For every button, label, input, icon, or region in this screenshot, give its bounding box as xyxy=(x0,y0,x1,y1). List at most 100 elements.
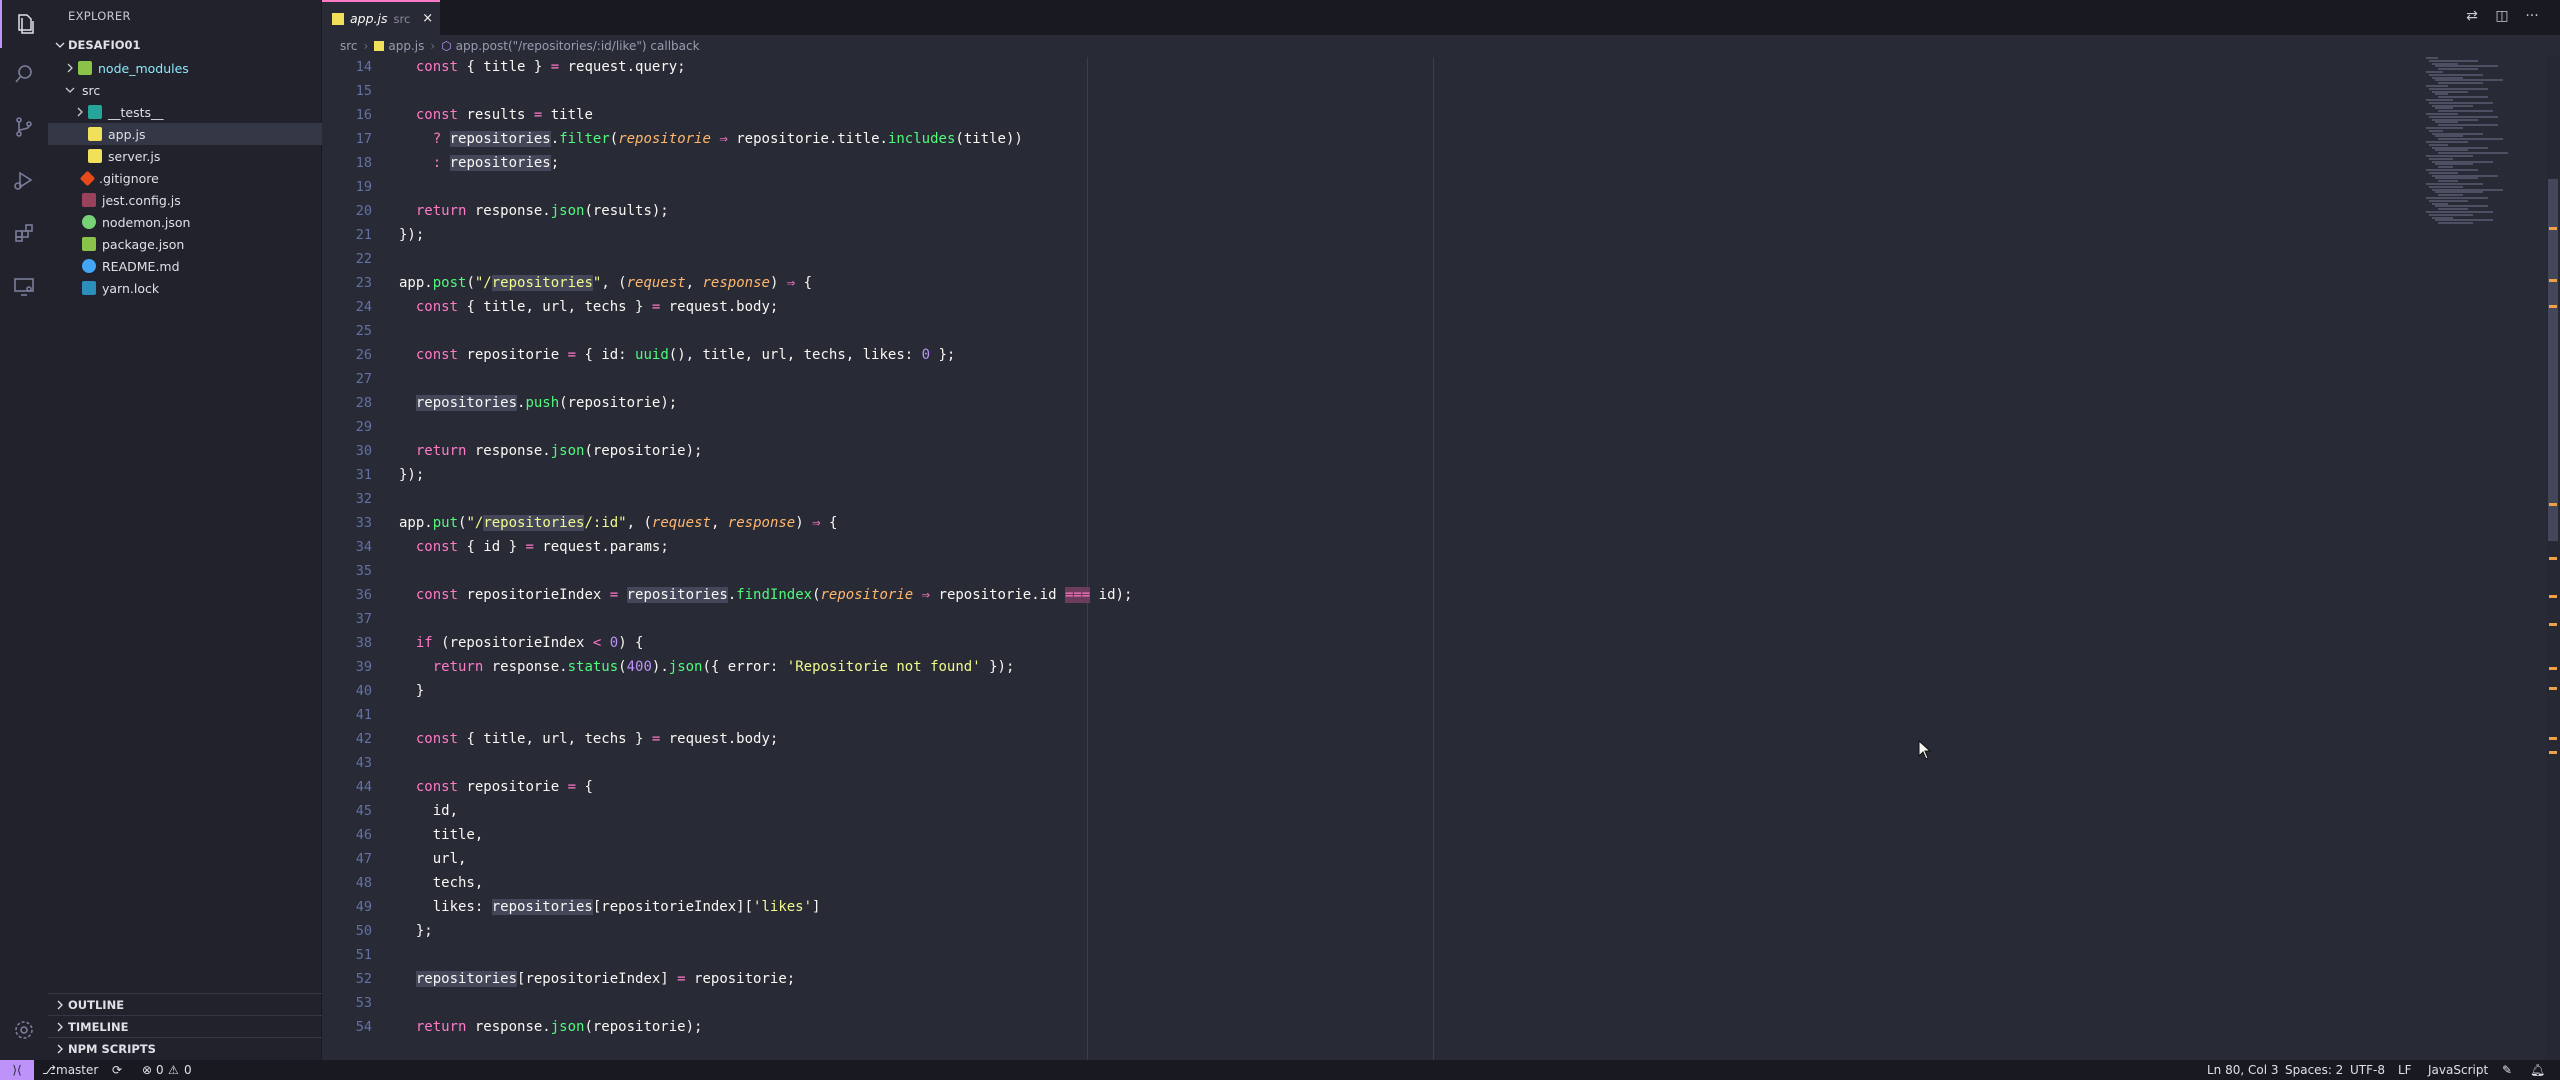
line-number: 52 xyxy=(355,971,372,987)
end-of-line[interactable]: LF xyxy=(2398,1063,2412,1077)
tree-item-gitignore[interactable]: .gitignore xyxy=(48,167,322,189)
code-line[interactable]: const repositorie = { id: uuid(), title,… xyxy=(399,347,956,363)
tree-item-yarn-lock[interactable]: yarn.lock xyxy=(48,277,322,299)
workspace-folder[interactable]: DESAFIO01 xyxy=(48,34,322,56)
code-line[interactable]: const repositorie = { xyxy=(399,779,593,795)
outline-section[interactable]: OUTLINE xyxy=(48,993,322,1015)
tree-item-app-js[interactable]: app.js xyxy=(48,123,322,145)
open-changes-icon[interactable]: ⇄ xyxy=(2462,8,2482,28)
split-editor-icon[interactable]: ◫ xyxy=(2492,8,2512,28)
code-line[interactable]: ? repositories.filter(repositorie ⇒ repo… xyxy=(399,131,1023,147)
tree-item-nodemon[interactable]: nodemon.json xyxy=(48,211,322,233)
minimap-line xyxy=(2426,141,2468,143)
tree-item-jest-config[interactable]: jest.config.js xyxy=(48,189,322,211)
minimap-line xyxy=(2435,149,2468,152)
jest-file-icon xyxy=(82,193,96,207)
feedback-icon[interactable]: ✎ xyxy=(2502,1063,2512,1077)
error-count[interactable]: 0 xyxy=(156,1063,164,1077)
minimap-line xyxy=(2426,127,2463,129)
sync-icon[interactable]: ⟳ xyxy=(112,1063,122,1077)
code-line[interactable]: repositories[repositorieIndex] = reposit… xyxy=(399,971,795,987)
code-line[interactable]: app.post("/repositories", (request, resp… xyxy=(399,275,812,291)
code-line[interactable]: title, xyxy=(399,827,484,843)
encoding[interactable]: UTF-8 xyxy=(2350,1063,2385,1077)
tree-item-src[interactable]: src xyxy=(48,79,322,101)
indentation[interactable]: Spaces: 2 xyxy=(2285,1063,2343,1077)
breadcrumb-src[interactable]: src xyxy=(340,39,358,53)
line-number: 20 xyxy=(355,203,372,219)
code-line[interactable]: }; xyxy=(399,923,433,939)
minimap-line xyxy=(2435,79,2503,82)
code-line[interactable]: repositories.push(repositorie); xyxy=(399,395,677,411)
branch-name[interactable]: master xyxy=(56,1063,98,1077)
language-mode[interactable]: JavaScript xyxy=(2428,1063,2488,1077)
sidebar-title: EXPLORER xyxy=(68,9,131,23)
minimap-line xyxy=(2435,65,2498,68)
line-number: 53 xyxy=(355,995,372,1011)
source-control-icon[interactable] xyxy=(0,103,48,151)
tests-folder-icon xyxy=(88,105,102,119)
breadcrumb-symbol[interactable]: app.post("/repositories/:id/like") callb… xyxy=(456,39,700,53)
tree-item-package-json[interactable]: package.json xyxy=(48,233,322,255)
activity-bar xyxy=(0,0,48,1060)
code-line[interactable]: }); xyxy=(399,227,424,243)
code-line[interactable]: if (repositorieIndex < 0) { xyxy=(399,635,644,651)
code-line[interactable]: return response.json(repositorie); xyxy=(399,1019,703,1035)
notifications-bell-icon[interactable]: 🔔︎ xyxy=(2530,1063,2545,1077)
code-line[interactable]: }); xyxy=(399,467,424,483)
scrollbar-thumb[interactable] xyxy=(2548,179,2558,541)
code-line[interactable]: return response.json(repositorie); xyxy=(399,443,703,459)
code-line[interactable]: const repositorieIndex = repositories.fi… xyxy=(399,587,1132,603)
minimap-line xyxy=(2438,110,2493,113)
line-number: 16 xyxy=(355,107,372,123)
vertical-scrollbar[interactable] xyxy=(2546,57,2560,1060)
npm-scripts-section[interactable]: NPM SCRIPTS xyxy=(48,1037,322,1059)
code-line[interactable]: const { title } = request.query; xyxy=(399,59,686,75)
close-icon[interactable]: × xyxy=(422,11,433,26)
more-actions-icon[interactable]: ··· xyxy=(2522,8,2542,28)
scrollbar-marker xyxy=(2549,227,2557,230)
code-line[interactable]: techs, xyxy=(399,875,484,891)
minimap-line xyxy=(2432,202,2448,205)
code-line[interactable]: likes: repositories[repositorieIndex]['l… xyxy=(399,899,820,915)
breadcrumb-file[interactable]: app.js xyxy=(388,39,424,53)
remote-indicator-icon[interactable]: ⟩⟨ xyxy=(0,1060,34,1080)
search-icon[interactable] xyxy=(0,50,48,98)
code-editor[interactable]: 14 const { title } = request.query; 15 16 … xyxy=(322,57,2560,1060)
run-debug-icon[interactable] xyxy=(0,156,48,204)
warning-count[interactable]: 0 xyxy=(184,1063,192,1077)
remote-explorer-icon[interactable] xyxy=(0,262,48,310)
minimap-line xyxy=(2435,121,2458,124)
tree-item-node-modules[interactable]: node_modules xyxy=(48,57,322,79)
code-line[interactable]: app.put("/repositories/:id", (request, r… xyxy=(399,515,837,531)
tree-item-label: jest.config.js xyxy=(102,192,181,208)
cursor-position[interactable]: Ln 80, Col 3 xyxy=(2207,1063,2279,1077)
code-line[interactable]: url, xyxy=(399,851,467,867)
line-number: 44 xyxy=(355,779,372,795)
code-line[interactable]: const { title, url, techs } = request.bo… xyxy=(399,731,778,747)
code-line[interactable]: id, xyxy=(399,803,458,819)
tree-item-server-js[interactable]: server.js xyxy=(48,145,322,167)
line-number: 28 xyxy=(355,395,372,411)
javascript-file-icon xyxy=(88,127,102,141)
code-line[interactable]: const results = title xyxy=(399,107,593,123)
minimap-line xyxy=(2438,82,2483,85)
code-line[interactable]: const { id } = request.params; xyxy=(399,539,669,555)
code-line[interactable]: return response.status(400).json({ error… xyxy=(399,659,1015,675)
code-line[interactable]: } xyxy=(399,683,424,699)
code-line[interactable]: const { title, url, techs } = request.bo… xyxy=(399,299,778,315)
code-line[interactable]: return response.json(results); xyxy=(399,203,669,219)
tree-item-label: .gitignore xyxy=(99,170,159,186)
settings-gear-icon[interactable] xyxy=(0,1006,48,1054)
code-line[interactable]: : repositories; xyxy=(399,155,559,171)
explorer-icon[interactable] xyxy=(0,0,48,48)
minimap[interactable] xyxy=(2422,57,2542,1060)
tab-app-js[interactable]: app.js src × xyxy=(322,0,440,35)
minimap-line xyxy=(2435,107,2453,110)
extensions-icon[interactable] xyxy=(0,209,48,257)
timeline-section[interactable]: TIMELINE xyxy=(48,1015,322,1037)
tree-item-readme[interactable]: README.md xyxy=(48,255,322,277)
line-number: 37 xyxy=(355,611,372,627)
tree-item-tests[interactable]: __tests__ xyxy=(48,101,322,123)
line-number: 18 xyxy=(355,155,372,171)
